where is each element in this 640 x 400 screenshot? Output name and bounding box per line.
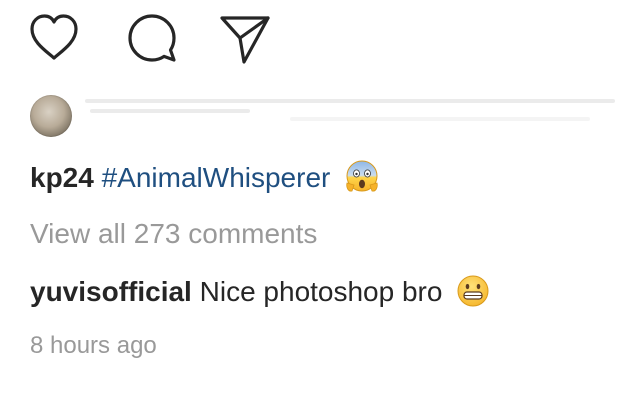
post-timestamp: 8 hours ago: [30, 326, 157, 364]
timestamp-text: 8 hours ago: [30, 332, 157, 359]
comment-text: Nice photoshop bro: [199, 276, 443, 307]
obscured-text: [290, 117, 590, 121]
post-caption: kp24 #AnimalWhisperer: [30, 160, 380, 198]
liked-by-row: [30, 95, 620, 139]
comment-row: yuvisofficial Nice photoshop bro: [30, 274, 490, 311]
obscured-text: [90, 109, 250, 113]
view-all-comments-label: View all 273 comments: [30, 218, 318, 249]
heart-icon: [30, 14, 78, 60]
grinning-face-icon: [456, 274, 490, 308]
comment-username[interactable]: yuvisofficial: [30, 276, 192, 307]
caption-hashtag[interactable]: #AnimalWhisperer: [102, 162, 331, 193]
comment-button[interactable]: [124, 10, 180, 66]
paper-plane-icon: [220, 16, 270, 64]
comment-icon: [128, 14, 176, 62]
obscured-text: [85, 99, 615, 103]
liker-avatar[interactable]: [30, 95, 72, 137]
view-all-comments-link[interactable]: View all 273 comments: [30, 216, 317, 252]
post-actions: [26, 10, 326, 66]
face-screaming-in-fear-icon: [344, 159, 380, 195]
caption-username[interactable]: kp24: [30, 162, 94, 193]
like-button[interactable]: [26, 10, 82, 66]
share-button[interactable]: [216, 10, 272, 66]
